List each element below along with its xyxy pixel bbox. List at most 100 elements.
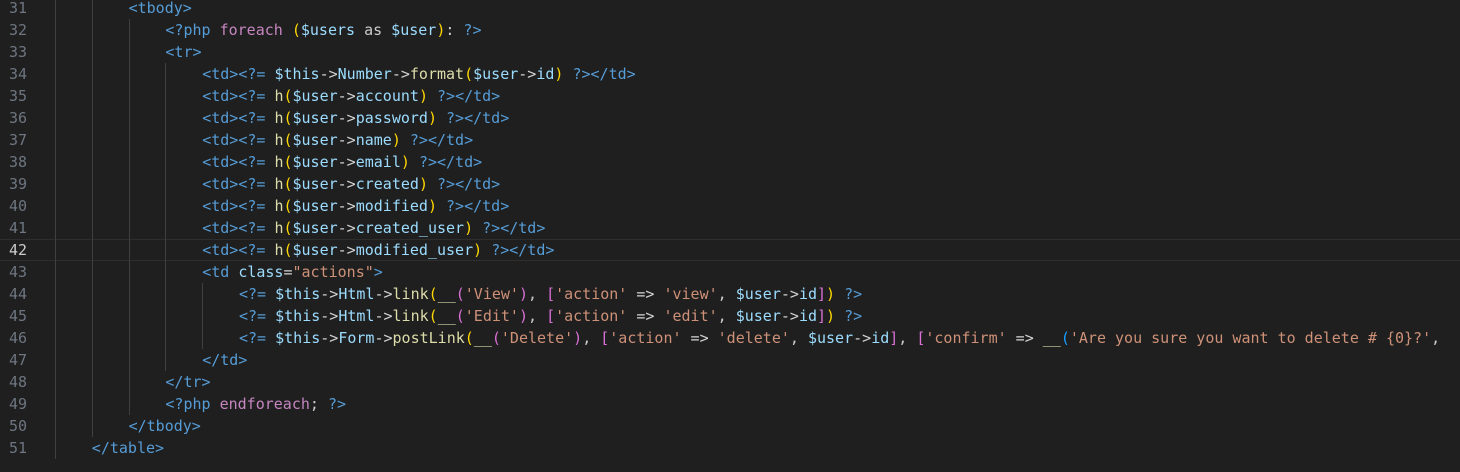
code-token: [ <box>546 307 556 325</box>
code-token: , <box>898 329 917 347</box>
code-token: ( <box>491 329 501 347</box>
indent-guide <box>55 195 56 217</box>
code-token: </table> <box>91 439 165 457</box>
code-token: -> <box>320 285 339 303</box>
code-token: ] <box>889 329 899 347</box>
indent-guide <box>202 327 204 349</box>
code-token: password <box>355 109 428 127</box>
indent-guide <box>91 195 93 217</box>
code-token: ] <box>817 285 827 303</box>
code-line[interactable]: 42 <td><?= h($user->modified_user) ?></td… <box>0 239 1460 261</box>
code-token: -> <box>320 307 339 325</box>
code-token: -> <box>374 285 393 303</box>
code-token: $user <box>391 21 437 39</box>
code-token: $user <box>292 241 338 259</box>
code-line[interactable]: 44 <?= $this->Html->link(__('View'), ['ac… <box>0 283 1460 305</box>
code-token: $user <box>292 197 338 215</box>
code-line[interactable]: 50 </tbody> <box>0 415 1460 437</box>
code-token: <td> <box>202 175 239 193</box>
indent-guide <box>165 349 167 371</box>
indent-guide <box>165 261 167 283</box>
code-token: __ <box>473 329 492 347</box>
code-text: </tr> <box>165 371 210 393</box>
indent-guide <box>55 283 56 305</box>
indent-guide <box>55 261 56 283</box>
code-token: <?= <box>238 197 266 215</box>
code-line[interactable]: 38 <td><?= h($user->email) ?></td> <box>0 151 1460 173</box>
code-line[interactable]: 36 <td><?= h($user->password) ?></td> <box>0 107 1460 129</box>
code-line[interactable]: 48 </tr> <box>0 371 1460 393</box>
indent-guide <box>165 217 167 239</box>
code-token: $this <box>275 329 321 347</box>
line-number: 48 <box>8 373 27 391</box>
code-token: ) <box>418 87 428 105</box>
code-token: </tr> <box>165 373 211 391</box>
code-token: -> <box>780 307 799 325</box>
code-line[interactable]: 51 </table> <box>0 437 1460 459</box>
code-text: <td><?= h($user->account) ?></td> <box>202 85 500 107</box>
code-token: ) <box>464 219 474 237</box>
code-token: </td> <box>509 241 555 259</box>
code-text: <td><?= h($user->modified_user) ?></td> <box>202 239 554 261</box>
indent-guide <box>128 239 130 261</box>
code-line[interactable]: 45 <?= $this->Html->link(__('Edit'), ['ac… <box>0 305 1460 327</box>
code-token: <?= <box>238 131 266 149</box>
code-token: name <box>355 131 392 149</box>
code-token: ( <box>464 65 474 83</box>
code-line[interactable]: 46 <?= $this->Form->postLink(__('Delete')… <box>0 327 1460 349</box>
code-line[interactable]: 31 <tbody> <box>0 0 1460 19</box>
code-token: 'action' <box>555 285 628 303</box>
indent-guide <box>55 327 56 349</box>
indent-guide <box>128 393 130 415</box>
indent-guide <box>165 85 167 107</box>
code-token: $user <box>292 153 338 171</box>
code-line[interactable]: 41 <td><?= h($user->created_user) ?></td> <box>0 217 1460 239</box>
code-token: </td> <box>464 109 510 127</box>
code-token: ( <box>1060 329 1070 347</box>
code-line[interactable]: 37 <td><?= h($user->name) ?></td> <box>0 129 1460 151</box>
indent-guide <box>128 151 130 173</box>
code-token: <?= <box>238 65 266 83</box>
code-line[interactable]: 32 <?php foreach ($users as $user): ?> <box>0 19 1460 41</box>
code-line[interactable]: 40 <td><?= h($user->modified) ?></td> <box>0 195 1460 217</box>
line-number: 43 <box>8 263 27 281</box>
code-editor[interactable]: 31 <tbody> 32 <?php foreach ($users as $use… <box>0 0 1460 472</box>
code-token: ( <box>464 329 474 347</box>
indent-guide <box>91 129 93 151</box>
code-token: 'edit' <box>663 307 718 325</box>
code-token: , <box>717 285 736 303</box>
code-token: as <box>355 21 392 39</box>
code-line[interactable]: 34 <td><?= $this->Number->format($user->i… <box>0 63 1460 85</box>
line-number: 50 <box>8 417 27 435</box>
code-token: ?> <box>446 197 465 215</box>
code-line[interactable]: 33 <tr> <box>0 41 1460 63</box>
code-token: -> <box>337 109 356 127</box>
code-token: -> <box>337 219 356 237</box>
code-token: ?> <box>482 219 501 237</box>
code-line[interactable]: 39 <td><?= h($user->created) ?></td> <box>0 173 1460 195</box>
line-number: 38 <box>8 153 27 171</box>
code-text: <td class="actions"> <box>202 261 383 283</box>
code-token: , <box>717 307 736 325</box>
code-line[interactable]: 47 </td> <box>0 349 1460 371</box>
indent-guide <box>91 19 93 41</box>
code-line[interactable]: 43 <td class="actions"> <box>0 261 1460 283</box>
code-line[interactable]: 35 <td><?= h($user->account) ?></td> <box>0 85 1460 107</box>
code-token: ( <box>283 197 293 215</box>
code-token: [ <box>546 285 556 303</box>
code-token: ) <box>518 307 528 325</box>
code-token: <td> <box>202 153 239 171</box>
code-token: ) <box>436 21 446 39</box>
code-token: __ <box>1042 329 1061 347</box>
code-token: Number <box>337 65 392 83</box>
indent-guide <box>128 305 130 327</box>
code-token: 'View' <box>464 285 519 303</box>
indent-guide <box>128 129 130 151</box>
code-text: <?php endforeach; ?> <box>165 393 346 415</box>
code-token: ?> <box>409 131 428 149</box>
code-token: <td> <box>202 87 239 105</box>
code-line[interactable]: 49 <?php endforeach; ?> <box>0 393 1460 415</box>
code-token: $user <box>473 65 519 83</box>
